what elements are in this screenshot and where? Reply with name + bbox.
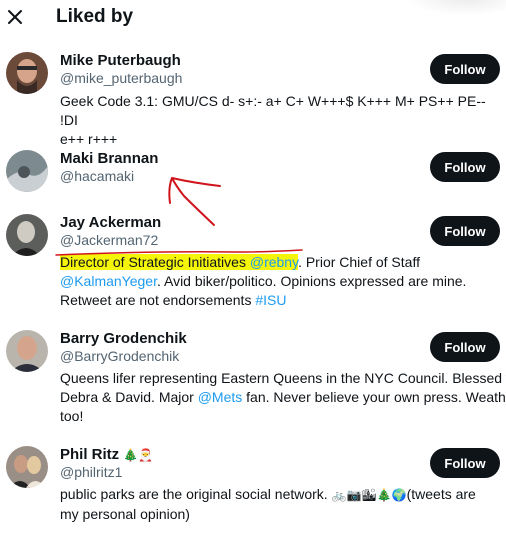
name-emojis: 🎄🎅 bbox=[123, 448, 154, 462]
modal-title: Liked by bbox=[56, 6, 134, 27]
user-bio: public parks are the original social net… bbox=[60, 485, 500, 524]
bio-text: Debra & David. Major bbox=[60, 389, 198, 405]
bio-text: (tweets are bbox=[406, 486, 476, 502]
bio-line: public parks are the original social net… bbox=[60, 485, 500, 505]
modal-header: Liked by bbox=[0, 0, 506, 38]
user-name[interactable]: Barry Grodenchik bbox=[60, 330, 187, 347]
bio-line: my personal opinion) bbox=[60, 506, 190, 522]
user-cell[interactable]: Phil Ritz 🎄🎅 @philritz1 Follow public pa… bbox=[0, 438, 506, 528]
mention-link[interactable]: @KalmanYeger bbox=[60, 273, 157, 289]
header-shadow bbox=[406, 0, 506, 16]
user-cell[interactable]: Jay Ackerman @Jackerman72 Follow Directo… bbox=[0, 206, 506, 310]
avatar[interactable] bbox=[6, 330, 48, 372]
bio-text: fan. Never believe your own press. Weath… bbox=[242, 389, 506, 405]
user-bio: Director of Strategic Initiatives @rebny… bbox=[60, 253, 500, 310]
bio-line: Retweet are not endorsements #ISU bbox=[60, 291, 500, 310]
user-cell[interactable]: Mike Puterbaugh @mike_puterbaugh Follow … bbox=[0, 44, 506, 147]
bio-line: Geek Code 3.1: GMU/CS d- s+:- a+ C+ W+++… bbox=[60, 93, 486, 128]
user-cell[interactable]: Barry Grodenchik @BarryGrodenchik Follow… bbox=[0, 322, 506, 432]
follow-button[interactable]: Follow bbox=[430, 54, 500, 84]
hashtag-link[interactable]: #ISU bbox=[255, 292, 286, 308]
user-bio: Geek Code 3.1: GMU/CS d- s+:- a+ C+ W+++… bbox=[60, 92, 500, 149]
user-handle[interactable]: @mike_puterbaugh bbox=[60, 70, 182, 86]
bio-text: . Avid biker/politico. Opinions expresse… bbox=[156, 273, 467, 289]
follow-button[interactable]: Follow bbox=[430, 448, 500, 478]
avatar[interactable] bbox=[6, 214, 48, 256]
user-handle[interactable]: @Jackerman72 bbox=[60, 232, 158, 248]
bio-emojis: 🚲📷🏙🎄🌍 bbox=[331, 488, 407, 502]
user-bio: Queens lifer representing Eastern Queens… bbox=[60, 369, 506, 426]
user-name[interactable]: Mike Puterbaugh bbox=[60, 52, 181, 69]
bio-line: Director of Strategic Initiatives @rebny… bbox=[60, 253, 500, 272]
avatar[interactable] bbox=[6, 150, 48, 192]
avatar[interactable] bbox=[6, 52, 48, 94]
follow-button[interactable]: Follow bbox=[430, 152, 500, 182]
follow-button[interactable]: Follow bbox=[430, 332, 500, 362]
user-name-text[interactable]: Phil Ritz bbox=[60, 446, 119, 463]
user-handle[interactable]: @hacamaki bbox=[60, 168, 134, 184]
mention-link[interactable]: @Mets bbox=[198, 389, 243, 405]
bio-line: Queens lifer representing Eastern Queens… bbox=[60, 370, 506, 386]
bio-line: @KalmanYeger. Avid biker/politico. Opini… bbox=[60, 272, 500, 291]
mention-link[interactable]: @rebny bbox=[249, 254, 299, 270]
user-handle[interactable]: @BarryGrodenchik bbox=[60, 348, 179, 364]
user-name[interactable]: Maki Brannan bbox=[60, 150, 158, 167]
bio-text: . Prior Chief of Staff bbox=[298, 254, 420, 270]
bio-text: Retweet are not endorsements bbox=[60, 292, 256, 308]
user-handle[interactable]: @philritz1 bbox=[60, 464, 122, 480]
highlighted-text: Director of Strategic Initiatives bbox=[60, 254, 246, 270]
user-name[interactable]: Phil Ritz 🎄🎅 bbox=[60, 446, 153, 463]
bio-text: public parks are the original social net… bbox=[60, 486, 328, 502]
close-icon[interactable] bbox=[4, 6, 26, 28]
bio-line: Debra & David. Major @Mets fan. Never be… bbox=[60, 388, 506, 407]
user-name[interactable]: Jay Ackerman bbox=[60, 214, 161, 231]
follow-button[interactable]: Follow bbox=[430, 216, 500, 246]
bio-line: too! bbox=[60, 408, 84, 424]
user-cell[interactable]: Maki Brannan @hacamaki Follow bbox=[0, 142, 506, 206]
avatar[interactable] bbox=[6, 446, 48, 488]
